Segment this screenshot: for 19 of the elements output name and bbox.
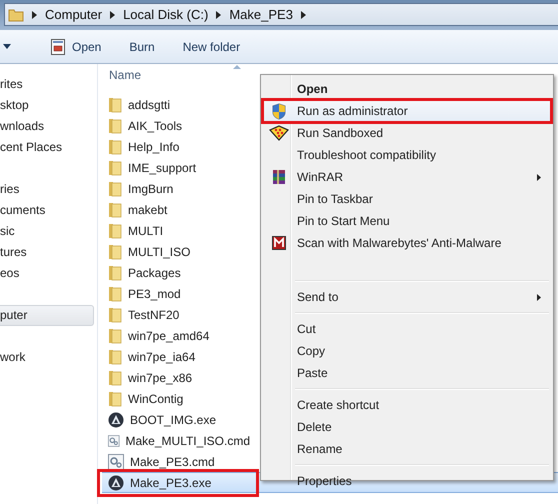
file-name: Make_PE3.exe xyxy=(130,476,212,490)
file-name: AIK_Tools xyxy=(128,118,182,132)
file-name: Help_Info xyxy=(128,140,180,154)
file-name: MULTI xyxy=(128,224,164,238)
file-name: WinContig xyxy=(128,392,184,406)
file-name: Packages xyxy=(128,266,181,280)
file-name: win7pe_ia64 xyxy=(128,350,196,364)
file-name: IME_support xyxy=(128,160,196,174)
file-name: TestNF20 xyxy=(128,308,180,322)
file-name: win7pe_x86 xyxy=(128,370,192,384)
file-name: addsgtti xyxy=(128,98,170,112)
file-name: Make_MULTI_ISO.cmd xyxy=(126,434,250,448)
file-name: Make_PE3.cmd xyxy=(130,454,215,468)
file-name: MULTI_ISO xyxy=(128,244,190,258)
file-name: ImgBurn xyxy=(128,182,174,196)
file-name: BOOT_IMG.exe xyxy=(130,412,216,426)
file-name: PE3_mod xyxy=(128,286,181,300)
file-name: win7pe_amd64 xyxy=(128,328,210,342)
file-name: makebt xyxy=(128,202,168,216)
